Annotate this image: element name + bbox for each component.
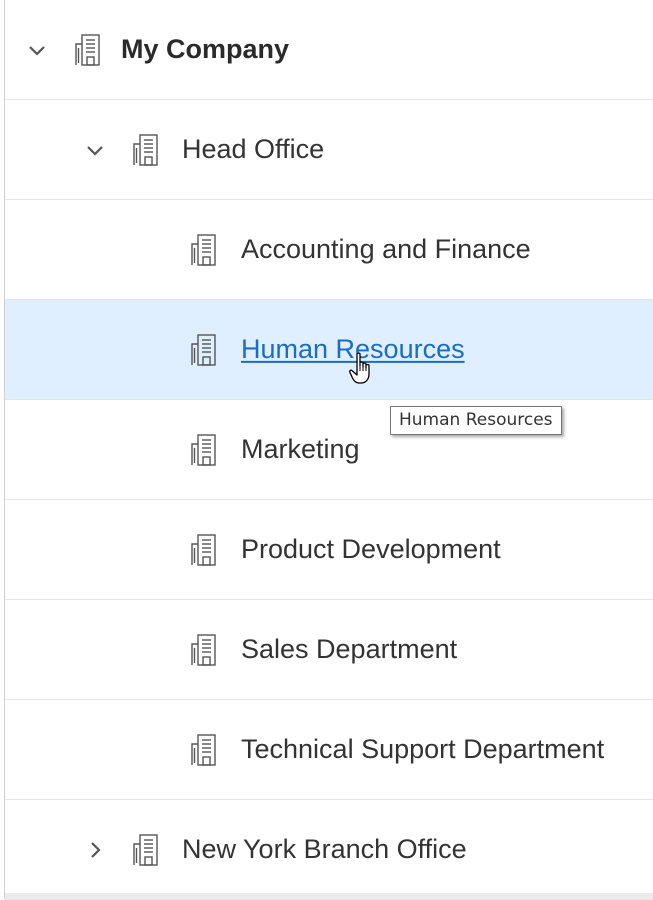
chevron-right-icon[interactable] <box>83 838 107 862</box>
chevron-down-icon[interactable] <box>25 38 49 62</box>
tree-node-label[interactable]: Sales Department <box>241 633 457 664</box>
tree-node-label[interactable]: My Company <box>121 33 289 64</box>
tree-node-label[interactable]: New York Branch Office <box>182 833 467 864</box>
tree-node-technical-support-department[interactable]: Technical Support Department <box>5 700 653 800</box>
tree-node-label[interactable]: Product Development <box>241 533 501 564</box>
tree-node-label[interactable]: Marketing <box>241 433 360 464</box>
tree-node-head-office[interactable]: Head Office <box>5 100 653 200</box>
chevron-down-icon[interactable] <box>83 138 107 162</box>
tooltip: Human Resources <box>390 406 562 435</box>
building-icon <box>191 434 217 466</box>
tree-node-human-resources[interactable]: Human Resources <box>5 300 653 400</box>
tree-node-label[interactable]: Technical Support Department <box>241 733 604 764</box>
tree-node-label[interactable]: Head Office <box>182 133 324 164</box>
building-icon <box>133 134 159 166</box>
tree-node-accounting-and-finance[interactable]: Accounting and Finance <box>5 200 653 300</box>
building-icon <box>191 634 217 666</box>
tree-node-sales-department[interactable]: Sales Department <box>5 600 653 700</box>
tree-node-new-york-branch-office[interactable]: New York Branch Office <box>5 800 653 900</box>
building-icon <box>75 34 101 66</box>
building-icon <box>191 534 217 566</box>
building-icon <box>191 234 217 266</box>
building-icon <box>191 734 217 766</box>
org-tree: My Company Head Office Accounting and Fi… <box>4 0 653 900</box>
building-icon <box>191 334 217 366</box>
tree-node-label[interactable]: Accounting and Finance <box>241 233 531 264</box>
building-icon <box>133 834 159 866</box>
hand-pointer-icon <box>349 352 370 384</box>
tree-node-product-development[interactable]: Product Development <box>5 500 653 600</box>
tree-footer-strip <box>5 893 653 899</box>
tree-node-my-company[interactable]: My Company <box>5 0 653 100</box>
